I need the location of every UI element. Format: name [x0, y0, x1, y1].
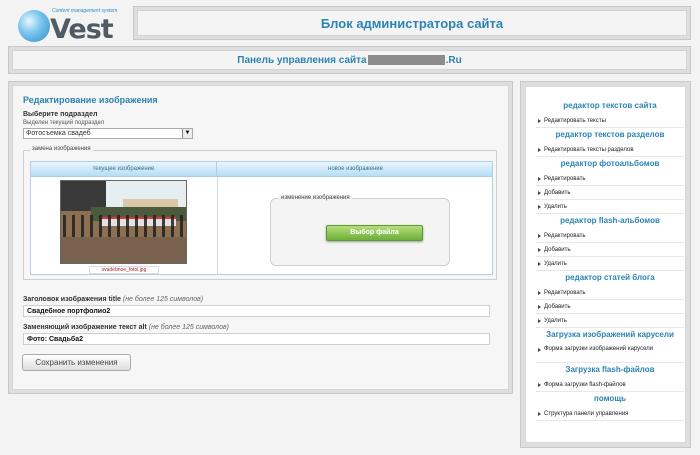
sidebar-section-title: редактор flash-альбомов	[560, 216, 660, 225]
sidebar-item-edit-section-texts[interactable]: Редактировать тексты разделов	[536, 143, 684, 157]
alt-limit-note: (не более 125 символов)	[148, 324, 229, 331]
subsection-hint: Выделен текущий подраздел	[23, 120, 105, 126]
image-editor-panel: Редактирование изображения Выберите подр…	[8, 81, 513, 394]
col-current-header: текущее изображение	[31, 162, 217, 177]
sidebar-section-title: Загрузка изображений карусели	[546, 330, 674, 339]
sidebar-section-title: редактор фотоальбомов	[560, 159, 660, 168]
image-grid-header: текущее изображение новое изображение	[31, 162, 492, 177]
upload-fieldset: изменение изображения Выбор файла	[270, 195, 450, 266]
replace-image-fieldset: замена изображения текущее изображение н…	[23, 146, 497, 280]
alt-field-label: Заменяющий изображение текст alt (не бол…	[23, 324, 229, 331]
chevron-down-icon[interactable]: ▼	[182, 129, 192, 138]
sidebar-section-title: редактор текстов разделов	[555, 130, 665, 139]
sidebar-item-photo-add[interactable]: Добавить	[536, 186, 684, 200]
col-new-header: новое изображение	[328, 166, 383, 172]
sidebar: редактор текстов сайта Редактировать тек…	[520, 81, 691, 448]
upload-legend: изменение изображения	[279, 195, 352, 201]
sidebar-section-title: помощь	[594, 394, 626, 403]
choose-file-button[interactable]: Выбор файла	[326, 225, 423, 241]
alt-input[interactable]: Фото: Свадьба2	[23, 333, 490, 345]
sidebar-item-flash-delete[interactable]: Удалить	[536, 257, 684, 271]
sidebar-section-title: Загрузка flash-файлов	[565, 365, 655, 374]
globe-logo-icon	[18, 10, 50, 42]
title-field-label-text: Заголовок изображения title	[23, 296, 121, 303]
sidebar-item-carousel-upload[interactable]: Форма загрузки изображений карусели	[536, 343, 684, 363]
subsection-label: Выберите подраздел	[23, 111, 98, 118]
column-divider	[217, 177, 218, 274]
title-field-label: Заголовок изображения title (не более 12…	[23, 296, 203, 303]
header-bar: Блок администратора сайта	[133, 6, 691, 40]
subsection-select[interactable]: Фотосъемка свадеб ▼	[23, 128, 193, 139]
editor-title: Редактирование изображения	[23, 95, 158, 105]
title-input[interactable]: Свадебное портфолио2	[23, 305, 490, 317]
alt-field-label-text: Заменяющий изображение текст alt	[23, 324, 147, 331]
replace-image-legend: замена изображения	[30, 146, 93, 152]
current-image-thumbnail	[60, 180, 187, 264]
sidebar-section-title: редактор текстов сайта	[563, 101, 657, 110]
sidebar-item-blog-edit[interactable]: Редактировать	[536, 286, 684, 300]
sidebar-item-flash-add[interactable]: Добавить	[536, 243, 684, 257]
logo-wordmark: Vest	[50, 14, 114, 45]
panel-title-prefix: Панель управления сайта	[237, 54, 367, 66]
logo: Content management system Vest	[14, 6, 124, 46]
save-changes-button[interactable]: Сохранить изменения	[22, 354, 131, 371]
page-title: Блок администратора сайта	[320, 15, 504, 31]
sidebar-item-panel-structure[interactable]: Структура панели управления	[536, 407, 684, 421]
sidebar-item-flash-edit[interactable]: Редактировать	[536, 229, 684, 243]
sidebar-item-blog-delete[interactable]: Удалить	[536, 314, 684, 328]
sidebar-item-photo-delete[interactable]: Удалить	[536, 200, 684, 214]
panel-bar: Панель управления сайта .Ru	[8, 46, 691, 74]
current-image-filename: svadebnoe_fotol.jpg	[89, 266, 159, 274]
sidebar-item-photo-edit[interactable]: Редактировать	[536, 172, 684, 186]
sidebar-item-blog-add[interactable]: Добавить	[536, 300, 684, 314]
subsection-select-value: Фотосъемка свадеб	[26, 130, 91, 137]
image-grid: текущее изображение новое изображение sv…	[30, 161, 493, 275]
sidebar-item-edit-texts[interactable]: Редактировать тексты	[536, 114, 684, 128]
sidebar-menu: редактор текстов сайта Редактировать тек…	[536, 99, 684, 421]
sidebar-section-title: редактор статей блога	[565, 273, 655, 282]
redacted-domain	[367, 55, 445, 65]
panel-title-suffix: .Ru	[445, 54, 462, 66]
sidebar-item-flash-upload[interactable]: Форма загрузки flash-файлов	[536, 378, 684, 392]
title-limit-note: (не более 125 символов)	[122, 296, 204, 303]
